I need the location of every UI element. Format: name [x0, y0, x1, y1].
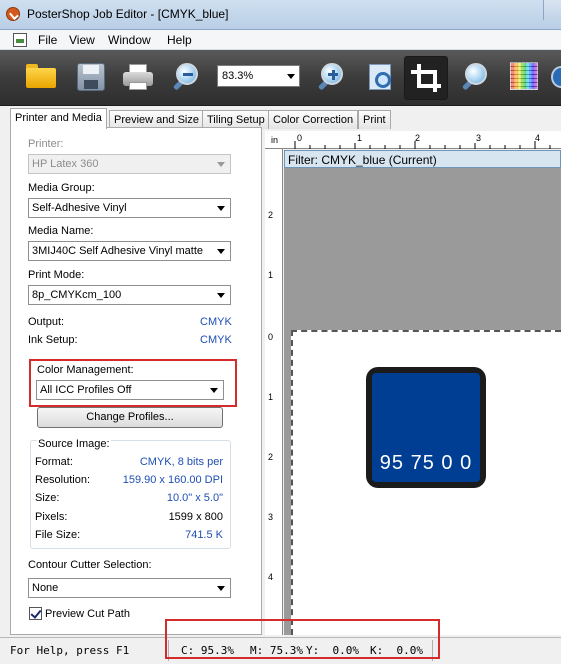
- pixels-label: Pixels:: [35, 511, 68, 523]
- print-mode-select[interactable]: 8p_CMYKcm_100: [28, 285, 231, 305]
- filter-label: Filter: CMYK_blue (Current): [288, 153, 437, 167]
- zoom-fit-icon[interactable]: [460, 60, 494, 94]
- tab-print[interactable]: Print: [358, 110, 391, 129]
- zoom-in-icon[interactable]: [316, 60, 350, 94]
- ruler-left-label: 0: [268, 332, 274, 342]
- media-name-value: 3MIJ40C Self Adhesive Vinyl matte: [32, 245, 203, 257]
- preview-cut-path-checkbox[interactable]: [29, 607, 42, 620]
- file-size-value: 741.5 K: [185, 529, 223, 541]
- ruler-top-label: 1: [357, 133, 363, 143]
- crop-icon[interactable]: [404, 56, 448, 100]
- chevron-down-icon: [217, 162, 225, 167]
- ink-setup-label: Ink Setup:: [28, 334, 78, 346]
- color-management-value: All ICC Profiles Off: [40, 384, 132, 396]
- horizontal-ruler: [265, 131, 561, 149]
- chevron-down-icon: [210, 388, 218, 393]
- color-management-label: Color Management:: [37, 364, 134, 376]
- tab-printer-and-media[interactable]: Printer and Media: [10, 108, 107, 129]
- menu-bar: File View Window Help: [0, 30, 561, 50]
- open-folder-icon[interactable]: [24, 60, 58, 94]
- ruler-left-label: 2: [268, 452, 274, 462]
- menu-file[interactable]: File: [38, 33, 57, 47]
- file-size-label: File Size:: [35, 529, 81, 541]
- ruler-left-label: 2: [268, 210, 274, 220]
- zoom-out-icon[interactable]: [171, 60, 205, 94]
- status-help-text: For Help, press F1: [10, 644, 130, 657]
- media-group-value: Self-Adhesive Vinyl: [32, 202, 127, 214]
- ruler-left-label: 1: [268, 392, 274, 402]
- tab-color-correction[interactable]: Color Correction: [268, 110, 359, 129]
- window-title: PosterShop Job Editor - [CMYK_blue]: [27, 7, 229, 21]
- pixels-value: 1599 x 800: [168, 511, 223, 523]
- ruler-top-label: 4: [535, 133, 541, 143]
- filter-bar: Filter: CMYK_blue (Current): [284, 150, 561, 168]
- app-icon: [6, 7, 20, 21]
- color-swatches-icon[interactable]: [508, 60, 542, 94]
- printer-value: HP Latex 360: [32, 158, 99, 170]
- size-label: Size:: [35, 492, 60, 504]
- ruler-left-label: 1: [268, 270, 274, 280]
- ruler-top-label: 0: [297, 133, 303, 143]
- resolution-label: Resolution:: [35, 474, 91, 486]
- zoom-level-value: 83.3%: [222, 70, 254, 82]
- contour-cutter-value: None: [32, 582, 59, 594]
- title-bar: PosterShop Job Editor - [CMYK_blue]: [0, 0, 561, 30]
- cmyk-readout-highlight: [165, 619, 440, 659]
- chevron-down-icon: [217, 293, 225, 298]
- chevron-down-icon: [217, 586, 225, 591]
- contour-cutter-label: Contour Cutter Selection:: [28, 559, 152, 571]
- globe-icon[interactable]: [551, 66, 561, 88]
- media-name-label: Media Name:: [28, 225, 94, 237]
- printer-label: Printer:: [28, 138, 64, 150]
- print-mode-label: Print Mode:: [28, 269, 85, 281]
- source-image-title: Source Image:: [37, 438, 111, 450]
- change-profiles-button[interactable]: Change Profiles...: [37, 407, 223, 428]
- chevron-down-icon: [217, 249, 225, 254]
- ruler-left-label: 3: [268, 512, 274, 522]
- menu-help[interactable]: Help: [167, 33, 192, 47]
- output-label: Output:: [28, 316, 65, 328]
- size-value: 10.0" x 5.0": [166, 492, 223, 504]
- contour-cutter-select[interactable]: None: [28, 578, 231, 598]
- menu-view[interactable]: View: [69, 33, 95, 47]
- format-label: Format:: [35, 456, 73, 468]
- ruler-unit: in: [271, 135, 279, 145]
- preview-cut-path-label: Preview Cut Path: [45, 608, 130, 620]
- window-control-button[interactable]: [543, 0, 561, 20]
- menu-window[interactable]: Window: [108, 33, 151, 47]
- chevron-down-icon: [217, 206, 225, 211]
- chevron-down-icon: [287, 74, 295, 79]
- format-value: CMYK, 8 bits per: [139, 456, 223, 468]
- media-name-select[interactable]: 3MIJ40C Self Adhesive Vinyl matte: [28, 241, 231, 261]
- printer-icon[interactable]: [121, 60, 155, 94]
- print-preview-icon[interactable]: [365, 60, 399, 94]
- printer-select: HP Latex 360: [28, 154, 231, 174]
- swatch-text: 95 75 0 0: [379, 452, 473, 474]
- document-icon[interactable]: [13, 33, 27, 47]
- output-value: CMYK: [200, 316, 232, 328]
- print-mode-value: 8p_CMYKcm_100: [32, 289, 122, 301]
- ruler-left-label: 4: [268, 572, 274, 582]
- zoom-level-select[interactable]: 83.3%: [217, 65, 300, 87]
- ruler-top-label: 3: [476, 133, 482, 143]
- ink-setup-value: CMYK: [200, 334, 232, 346]
- ruler-top-label: 2: [415, 133, 421, 143]
- media-group-select[interactable]: Self-Adhesive Vinyl: [28, 198, 231, 218]
- media-group-label: Media Group:: [28, 182, 95, 194]
- save-icon[interactable]: [74, 60, 108, 94]
- resolution-value: 159.90 x 160.00 DPI: [122, 474, 223, 486]
- color-management-select[interactable]: All ICC Profiles Off: [36, 380, 224, 400]
